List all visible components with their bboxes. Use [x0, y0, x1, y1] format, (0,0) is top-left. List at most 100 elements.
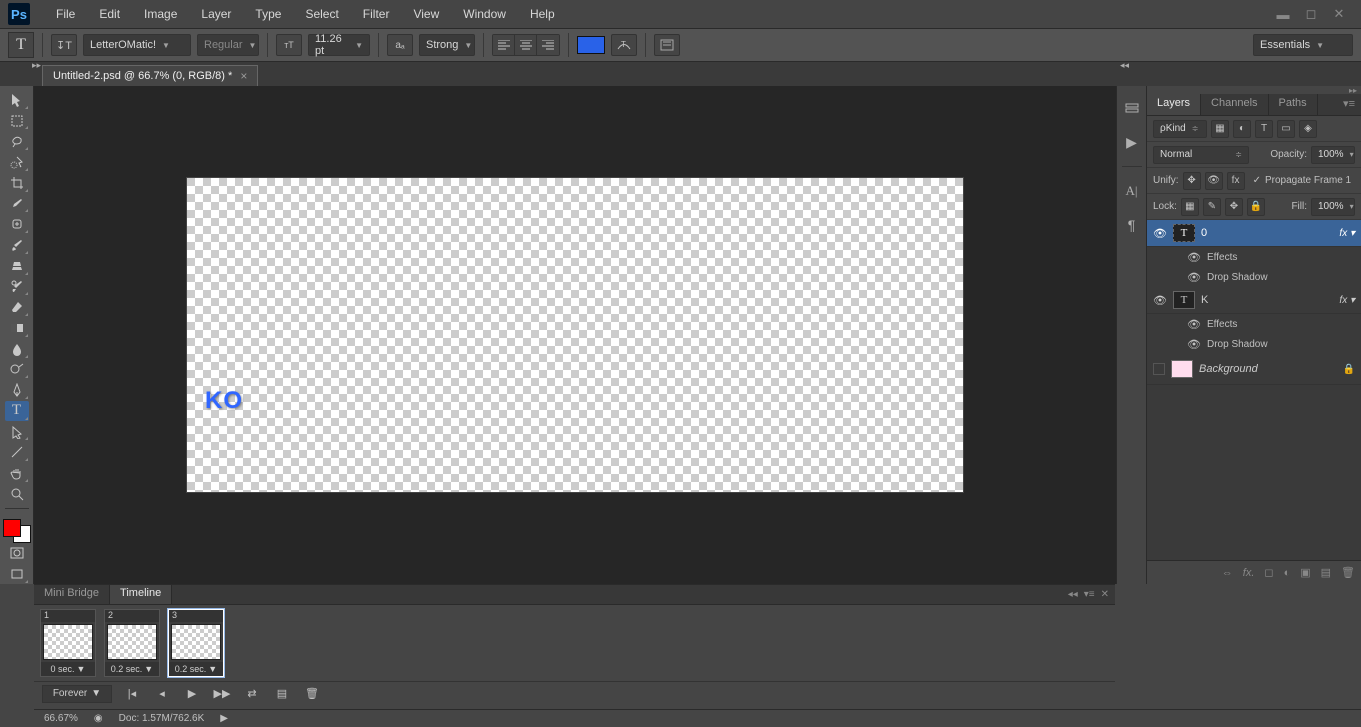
- align-left-button[interactable]: [493, 35, 515, 55]
- filter-smart-icon[interactable]: ◈: [1299, 120, 1317, 138]
- loop-dropdown[interactable]: Forever ▼: [42, 685, 112, 703]
- text-orientation-toggle[interactable]: ↧T: [51, 34, 77, 56]
- timeline-menu-icon[interactable]: ▾≡: [1084, 589, 1095, 600]
- menu-file[interactable]: File: [44, 3, 87, 25]
- frame-3[interactable]: 3 0.2 sec. ▼: [168, 609, 224, 677]
- panel-menu-icon[interactable]: ▾≡: [1337, 94, 1361, 115]
- actions-panel-icon[interactable]: ▶: [1122, 132, 1142, 152]
- menu-help[interactable]: Help: [518, 3, 567, 25]
- font-size-dropdown[interactable]: 11.26 pt▼: [308, 34, 370, 56]
- zoom-tool[interactable]: [5, 484, 29, 504]
- timeline-tab[interactable]: Timeline: [110, 585, 172, 604]
- right-dock-collapse-toggle[interactable]: ◂◂: [1120, 60, 1129, 71]
- tween-button[interactable]: ⇄: [242, 685, 262, 703]
- brush-tool[interactable]: [5, 235, 29, 255]
- move-tool[interactable]: [5, 90, 29, 110]
- channels-tab[interactable]: Channels: [1201, 94, 1268, 115]
- status-icon[interactable]: ◉: [94, 713, 103, 724]
- menu-type[interactable]: Type: [243, 3, 293, 25]
- character-panel-button[interactable]: [654, 34, 680, 56]
- delete-layer-icon[interactable]: 🗑: [1341, 566, 1355, 579]
- frame-delay[interactable]: 0 sec. ▼: [41, 662, 95, 676]
- hand-tool[interactable]: [5, 463, 29, 483]
- align-center-button[interactable]: [515, 35, 537, 55]
- lock-all-icon[interactable]: 🔒: [1247, 198, 1265, 216]
- pen-tool[interactable]: [5, 380, 29, 400]
- marquee-tool[interactable]: [5, 111, 29, 131]
- history-brush-tool[interactable]: [5, 277, 29, 297]
- visibility-toggle[interactable]: 👁: [1153, 293, 1167, 307]
- layer-filter-kind[interactable]: ρ Kind≑: [1153, 120, 1207, 138]
- visibility-toggle[interactable]: 👁: [1153, 226, 1167, 240]
- type-tool[interactable]: T: [5, 401, 29, 421]
- layer-item-0[interactable]: 👁 T 0 fx ▾: [1147, 220, 1361, 247]
- filter-shape-icon[interactable]: ▭: [1277, 120, 1295, 138]
- layer-mask-icon[interactable]: ◻: [1264, 566, 1273, 579]
- quick-mask-toggle[interactable]: [5, 544, 29, 564]
- window-minimize[interactable]: ▬: [1269, 4, 1297, 24]
- frame-1[interactable]: 1 0 sec. ▼: [40, 609, 96, 677]
- opacity-input[interactable]: 100%▾: [1311, 146, 1355, 164]
- shape-tool[interactable]: [5, 442, 29, 462]
- layer-item-k[interactable]: 👁 T K fx ▾: [1147, 287, 1361, 314]
- lasso-tool[interactable]: [5, 131, 29, 151]
- propagate-frame-label[interactable]: Propagate Frame 1: [1265, 175, 1351, 186]
- menu-image[interactable]: Image: [132, 3, 189, 25]
- document-tab[interactable]: Untitled-2.psd @ 66.7% (0, RGB/8) * ×: [42, 65, 258, 86]
- layer-item-background[interactable]: Background 🔒: [1147, 354, 1361, 385]
- canvas[interactable]: KO: [186, 177, 964, 493]
- layer-effects-row[interactable]: 👁Effects: [1147, 314, 1361, 334]
- blur-tool[interactable]: [5, 339, 29, 359]
- next-frame-button[interactable]: ▶▶: [212, 685, 232, 703]
- canvas-area[interactable]: KO: [34, 86, 1116, 584]
- eyedropper-tool[interactable]: [5, 194, 29, 214]
- warp-text-button[interactable]: T: [611, 34, 637, 56]
- first-frame-button[interactable]: |◂: [122, 685, 142, 703]
- fill-input[interactable]: 100%▾: [1311, 198, 1355, 216]
- frame-delay[interactable]: 0.2 sec. ▼: [169, 662, 223, 676]
- delete-frame-button[interactable]: 🗑: [302, 685, 322, 703]
- mini-bridge-tab[interactable]: Mini Bridge: [34, 585, 110, 604]
- fx-indicator[interactable]: fx ▾: [1339, 295, 1355, 306]
- window-maximize[interactable]: ◻: [1297, 4, 1325, 24]
- paths-tab[interactable]: Paths: [1269, 94, 1318, 115]
- layer-style-icon[interactable]: fx.: [1243, 567, 1255, 579]
- healing-brush-tool[interactable]: [5, 214, 29, 234]
- font-family-dropdown[interactable]: LetterOMatic!▼: [83, 34, 191, 56]
- gradient-tool[interactable]: [5, 318, 29, 338]
- menu-filter[interactable]: Filter: [351, 3, 402, 25]
- frame-delay[interactable]: 0.2 sec. ▼: [105, 662, 159, 676]
- foreground-background-colors[interactable]: [3, 519, 31, 543]
- group-icon[interactable]: ▣: [1300, 566, 1310, 579]
- lock-position-icon[interactable]: ✥: [1225, 198, 1243, 216]
- quick-selection-tool[interactable]: [5, 152, 29, 172]
- document-tab-close[interactable]: ×: [240, 69, 247, 83]
- menu-window[interactable]: Window: [451, 3, 518, 25]
- workspace-switcher[interactable]: Essentials▼: [1253, 34, 1353, 56]
- layer-effects-row[interactable]: 👁Effects: [1147, 247, 1361, 267]
- layers-tab[interactable]: Layers: [1147, 94, 1201, 115]
- document-info[interactable]: Doc: 1.57M/762.6K: [119, 713, 205, 724]
- fx-indicator[interactable]: fx ▾: [1339, 228, 1355, 239]
- anti-alias-dropdown[interactable]: Strong▼: [419, 34, 475, 56]
- screen-mode-toggle[interactable]: [5, 564, 29, 584]
- align-right-button[interactable]: [537, 35, 559, 55]
- visibility-toggle[interactable]: [1153, 363, 1165, 375]
- menu-select[interactable]: Select: [293, 3, 350, 25]
- layer-dropshadow-row[interactable]: 👁Drop Shadow: [1147, 334, 1361, 354]
- menu-layer[interactable]: Layer: [189, 3, 243, 25]
- timeline-collapse-toggle[interactable]: ◂◂: [1068, 589, 1078, 600]
- prev-frame-button[interactable]: ◂: [152, 685, 172, 703]
- paragraph-panel-icon[interactable]: ¶: [1122, 215, 1142, 235]
- filter-pixel-icon[interactable]: ▦: [1211, 120, 1229, 138]
- lock-transparency-icon[interactable]: ▦: [1181, 198, 1199, 216]
- duplicate-frame-button[interactable]: ▤: [272, 685, 292, 703]
- clone-stamp-tool[interactable]: [5, 256, 29, 276]
- link-layers-icon[interactable]: ⇔: [1222, 567, 1233, 579]
- lock-pixels-icon[interactable]: ✎: [1203, 198, 1221, 216]
- layer-dropshadow-row[interactable]: 👁Drop Shadow: [1147, 267, 1361, 287]
- blend-mode-dropdown[interactable]: Normal≑: [1153, 146, 1249, 164]
- dodge-tool[interactable]: [5, 360, 29, 380]
- eraser-tool[interactable]: [5, 297, 29, 317]
- unify-visibility-icon[interactable]: 👁: [1205, 172, 1223, 190]
